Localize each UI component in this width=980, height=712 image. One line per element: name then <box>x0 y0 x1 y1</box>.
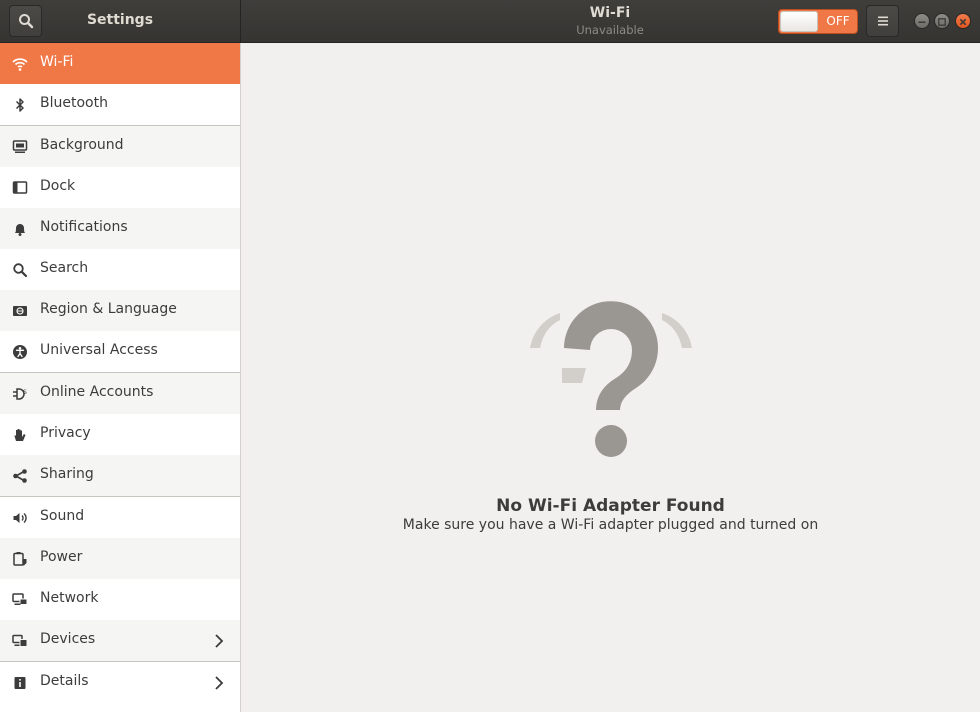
sidebar-item-devices[interactable]: Devices <box>0 620 240 661</box>
accessibility-icon <box>11 343 29 361</box>
minimize-button[interactable] <box>914 13 930 29</box>
sidebar-header: Settings <box>0 0 241 43</box>
sidebar-item-sound[interactable]: Sound <box>0 497 240 538</box>
hand-icon <box>11 426 29 444</box>
sidebar-item-label: Sharing <box>40 466 94 482</box>
hamburger-icon <box>877 16 888 26</box>
maximize-button[interactable] <box>934 13 950 29</box>
sidebar-item-bluetooth[interactable]: Bluetooth <box>0 84 240 125</box>
sidebar-item-label: Background <box>40 137 124 153</box>
sidebar-item-privacy[interactable]: Privacy <box>0 414 240 455</box>
wifi-toggle[interactable]: OFF <box>778 9 858 34</box>
sidebar-item-online-accounts[interactable]: S Online Accounts <box>0 373 240 414</box>
maximize-icon <box>938 18 946 26</box>
close-icon <box>959 18 967 26</box>
bluetooth-icon <box>11 96 29 114</box>
no-wifi-question-icon <box>530 301 692 457</box>
app-title: Settings <box>86 12 154 28</box>
sidebar-item-label: Notifications <box>40 219 128 235</box>
sidebar-item-label: Dock <box>40 178 76 194</box>
sidebar-item-search[interactable]: Search <box>0 249 240 290</box>
sidebar-item-label: Details <box>40 673 89 689</box>
panel-subtitle: Unavailable <box>576 23 644 37</box>
search-button[interactable] <box>9 5 42 37</box>
sidebar-item-label: Search <box>40 260 89 276</box>
minimize-icon <box>918 21 926 23</box>
sidebar-item-label: Bluetooth <box>40 95 108 111</box>
sidebar-item-sharing[interactable]: Sharing <box>0 455 240 496</box>
sidebar-item-region-language[interactable]: Region & Language <box>0 290 240 331</box>
power-icon <box>11 550 29 568</box>
sidebar-item-dock[interactable]: Dock <box>0 167 240 208</box>
online-accounts-icon: S <box>11 385 29 403</box>
devices-icon <box>11 632 29 650</box>
empty-state-title: No Wi-Fi Adapter Found <box>496 496 725 516</box>
sidebar-item-label: Universal Access <box>40 342 158 358</box>
sidebar-item-universal-access[interactable]: Universal Access <box>0 331 240 372</box>
sidebar-item-label: Power <box>40 549 83 565</box>
sidebar-item-network[interactable]: Network <box>0 579 240 620</box>
share-icon <box>11 467 29 485</box>
sidebar-item-power[interactable]: Power <box>0 538 240 579</box>
chevron-right-icon <box>215 676 224 690</box>
empty-state-message: Make sure you have a Wi-Fi adapter plugg… <box>402 517 819 533</box>
chevron-right-icon <box>215 634 224 648</box>
sidebar-item-label: Privacy <box>40 425 91 441</box>
sidebar-item-label: Sound <box>40 508 85 524</box>
sidebar-item-wifi[interactable]: Wi-Fi <box>0 43 240 84</box>
search-icon <box>18 14 33 29</box>
sidebar-item-label: Online Accounts <box>40 384 154 400</box>
sidebar: Wi-Fi Bluetooth Background Dock Notifica… <box>0 43 241 712</box>
svg-text:S: S <box>23 389 27 396</box>
sidebar-item-notifications[interactable]: Notifications <box>0 208 240 249</box>
background-icon <box>11 138 29 156</box>
main-panel: No Wi-Fi Adapter Found Make sure you hav… <box>241 43 980 712</box>
menu-button[interactable] <box>866 5 899 37</box>
toggle-label: OFF <box>826 14 850 28</box>
sidebar-item-label: Devices <box>40 631 96 647</box>
search-icon <box>11 261 29 279</box>
sidebar-item-details[interactable]: Details <box>0 662 240 703</box>
speaker-icon <box>11 509 29 527</box>
panel-title: Wi-Fi <box>589 5 631 21</box>
sidebar-item-label: Wi-Fi <box>40 54 74 70</box>
close-button[interactable] <box>955 13 971 29</box>
sidebar-item-label: Network <box>40 590 99 606</box>
title-bar: Settings Wi-Fi Unavailable OFF <box>0 0 980 43</box>
region-icon <box>11 302 29 320</box>
sidebar-item-label: Region & Language <box>40 301 177 317</box>
network-icon <box>11 591 29 609</box>
toggle-knob[interactable] <box>780 11 818 32</box>
dock-icon <box>11 179 29 197</box>
wifi-icon <box>11 55 29 73</box>
info-icon <box>11 674 29 692</box>
bell-icon <box>11 220 29 238</box>
sidebar-item-background[interactable]: Background <box>0 126 240 167</box>
